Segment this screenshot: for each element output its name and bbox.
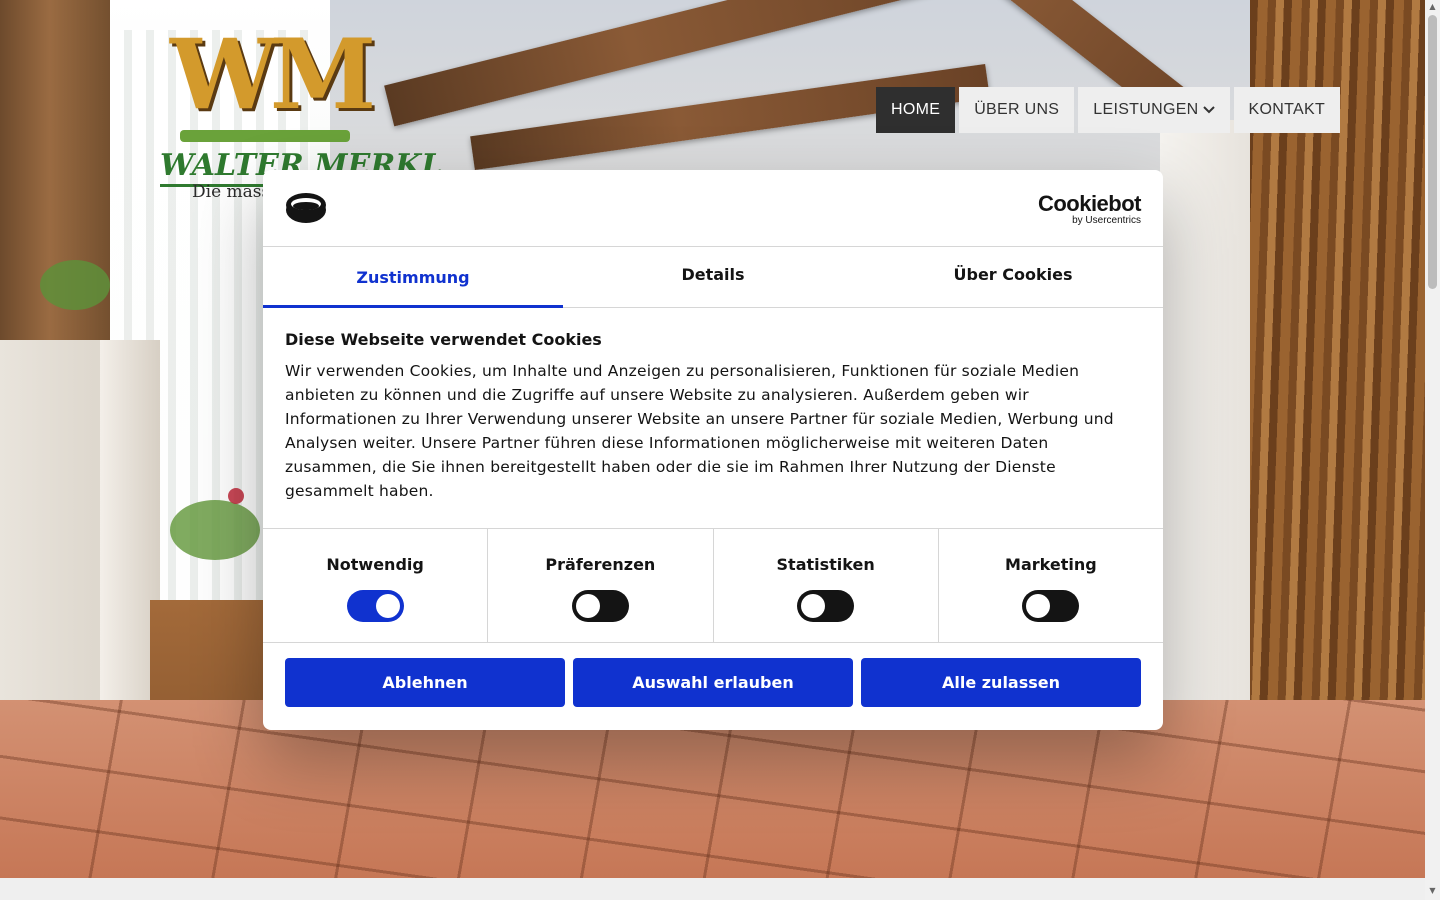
statistiken-toggle[interactable]: [797, 590, 855, 622]
cookiebot-logo[interactable]: Cookiebot by Usercentrics: [1037, 191, 1142, 226]
category-label: Marketing: [1005, 555, 1097, 574]
scroll-down-arrow-icon[interactable]: ▼: [1428, 886, 1437, 896]
brand-subtitle: by Usercentrics: [1072, 215, 1141, 226]
category-praeferenzen: Präferenzen: [488, 529, 714, 642]
dialog-tabs: Zustimmung Details Über Cookies: [263, 247, 1163, 308]
nav-item-home[interactable]: HOME: [876, 87, 956, 133]
allow-all-button[interactable]: Alle zulassen: [861, 658, 1141, 707]
main-navigation: HOME ÜBER UNS LEISTUNGEN KONTAKT: [876, 87, 1341, 133]
nav-item-ueber-uns[interactable]: ÜBER UNS: [959, 87, 1075, 133]
nav-item-label: HOME: [891, 101, 941, 118]
nav-item-label: ÜBER UNS: [974, 101, 1060, 118]
nav-item-label: LEISTUNGEN: [1093, 101, 1199, 118]
category-label: Präferenzen: [545, 555, 656, 574]
brand-name: Cookiebot: [1037, 191, 1142, 216]
dialog-body: Diese Webseite verwendet Cookies Wir ver…: [285, 330, 1141, 503]
plant: [40, 260, 110, 310]
cookie-consent-dialog: Cookiebot by Usercentrics Zustimmung Det…: [263, 170, 1163, 730]
chevron-down-icon: [1202, 103, 1215, 117]
toggle-knob: [801, 594, 826, 618]
dialog-description: Wir verwenden Cookies, um Inhalte und An…: [285, 362, 1114, 500]
dialog-heading: Diese Webseite verwendet Cookies: [285, 330, 602, 349]
toggle-knob: [575, 594, 600, 618]
nav-item-label: KONTAKT: [1248, 101, 1326, 118]
praeferenzen-toggle[interactable]: [571, 590, 629, 622]
category-statistiken: Statistiken: [714, 529, 939, 642]
tab-zustimmung[interactable]: Zustimmung: [263, 247, 563, 308]
notwendig-toggle[interactable]: [346, 590, 404, 622]
nav-item-kontakt[interactable]: KONTAKT: [1233, 87, 1341, 133]
category-notwendig: Notwendig: [263, 529, 489, 642]
page-scrollbar[interactable]: ▲ ▼: [1425, 0, 1440, 900]
consent-categories: Notwendig Präferenzen Statistiken Market…: [263, 528, 1163, 643]
scrollbar-thumb[interactable]: [1428, 15, 1437, 289]
dialog-header: Cookiebot by Usercentrics: [263, 170, 1163, 247]
cookie-icon: [285, 192, 327, 224]
tab-label: Details: [681, 264, 745, 284]
plant: [170, 500, 260, 560]
category-marketing: Marketing: [939, 529, 1163, 642]
page-footer-strip: [0, 878, 1425, 900]
tab-ueber-cookies[interactable]: Über Cookies: [863, 247, 1163, 307]
decline-button[interactable]: Ablehnen: [285, 658, 565, 707]
tab-details[interactable]: Details: [563, 247, 863, 307]
category-label: Statistiken: [776, 555, 875, 574]
allow-selection-button[interactable]: Auswahl erlauben: [573, 658, 853, 707]
dialog-actions: Ablehnen Auswahl erlauben Alle zulassen: [285, 658, 1141, 707]
logo-mark: WM: [170, 18, 376, 131]
nav-item-leistungen[interactable]: LEISTUNGEN: [1078, 87, 1230, 133]
logo-tagline: Die mass: [192, 182, 271, 202]
marketing-toggle[interactable]: [1022, 590, 1080, 622]
scroll-up-arrow-icon[interactable]: ▲: [1428, 2, 1437, 12]
toggle-knob: [1026, 594, 1051, 618]
logo-grass: [180, 130, 350, 142]
tab-label: Zustimmung: [356, 267, 470, 287]
tab-label: Über Cookies: [953, 264, 1073, 284]
toggle-knob: [375, 594, 400, 618]
plant: [228, 488, 244, 504]
category-label: Notwendig: [326, 555, 424, 574]
